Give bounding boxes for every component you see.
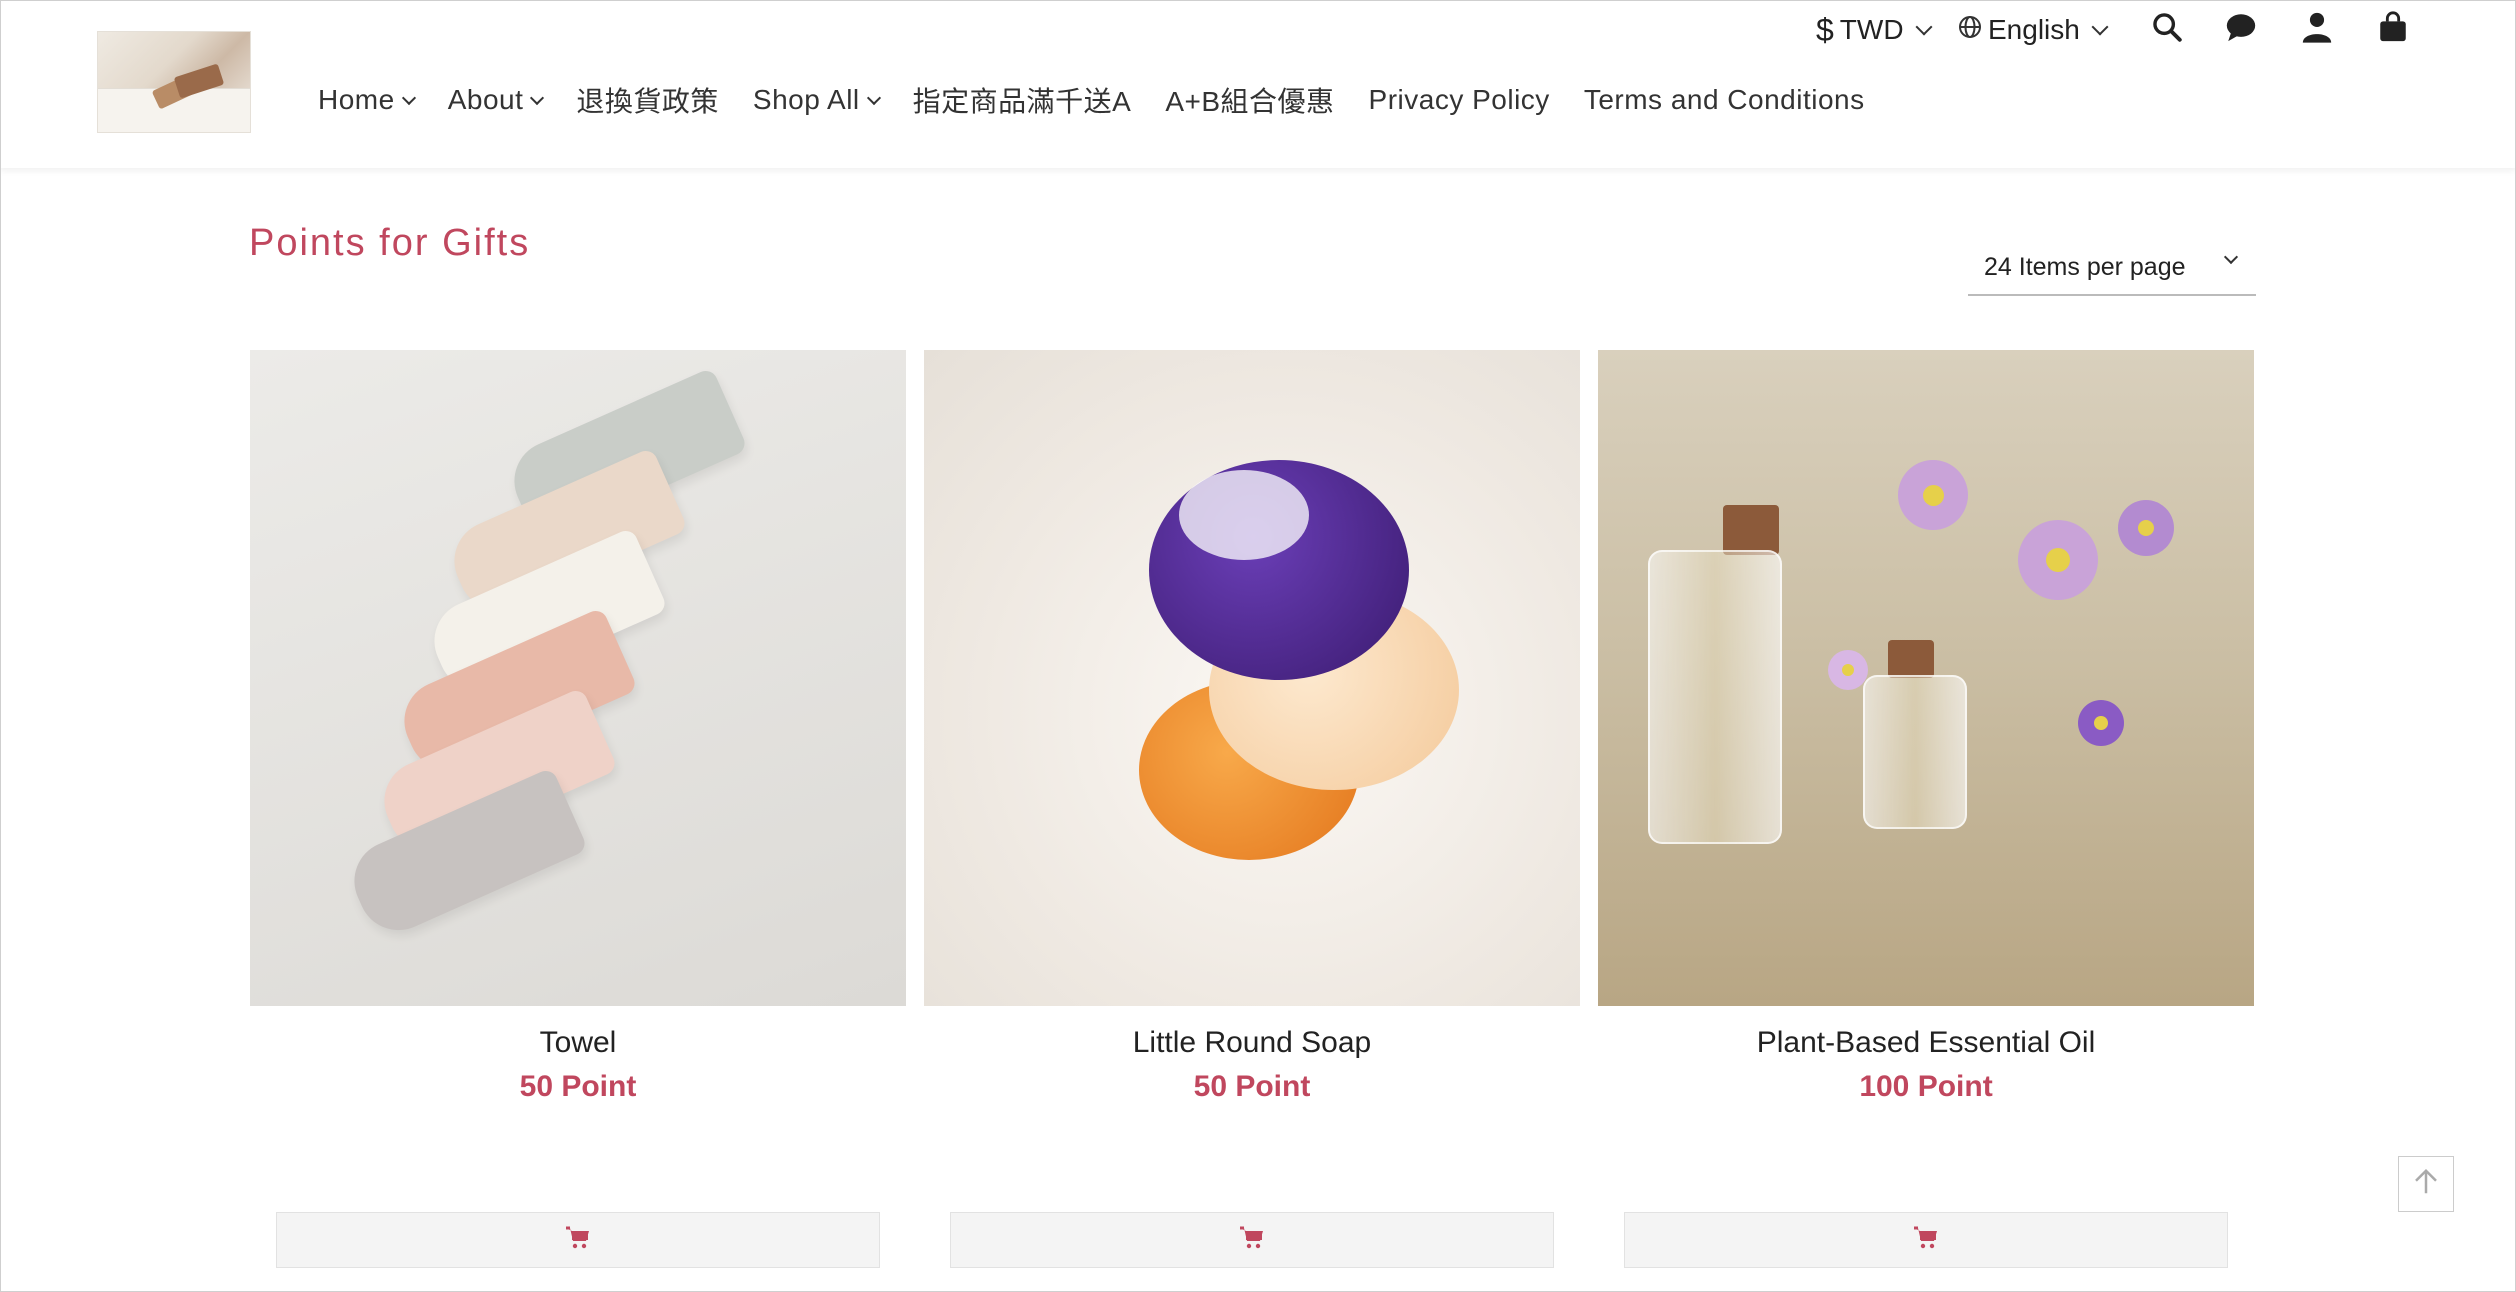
- nav-item-privacy-policy[interactable]: Privacy Policy: [1369, 84, 1550, 116]
- site-header: $ TWD English Home About 退換貨政策 Shop All …: [0, 0, 2516, 168]
- language-selector[interactable]: English: [1958, 14, 2109, 46]
- nav-label: Privacy Policy: [1368, 84, 1550, 115]
- chat-icon: [2224, 10, 2258, 51]
- nav-item-return-policy[interactable]: 退換貨政策: [576, 80, 719, 120]
- items-per-page-label: 24 Items per page: [1984, 252, 2186, 281]
- search-button[interactable]: [2150, 10, 2184, 51]
- nav-label: 指定商品滿千送A: [912, 86, 1132, 117]
- product-card[interactable]: Little Round Soap 50 Point: [924, 350, 1580, 1104]
- product-price: 50 Point: [519, 1070, 637, 1103]
- chevron-down-icon: [530, 90, 545, 105]
- arrow-up-icon: [2411, 1167, 2441, 1202]
- add-to-cart-button[interactable]: [950, 1212, 1554, 1268]
- product-name[interactable]: Little Round Soap: [924, 1026, 1580, 1060]
- product-card[interactable]: Plant-Based Essential Oil 100 Point: [1598, 350, 2254, 1104]
- nav-label: About: [447, 84, 524, 115]
- product-name[interactable]: Plant-Based Essential Oil: [1598, 1026, 2254, 1060]
- product-card[interactable]: Towel 50 Point: [250, 350, 906, 1104]
- page-title: Points for Gifts: [249, 222, 531, 264]
- dollar-icon: $: [1816, 11, 1834, 48]
- cart-icon: [565, 1226, 591, 1255]
- chat-button[interactable]: [2224, 10, 2258, 51]
- add-to-cart-button[interactable]: [1624, 1212, 2228, 1268]
- nav-item-shop-all[interactable]: Shop All: [752, 84, 881, 116]
- store-logo[interactable]: [97, 31, 251, 133]
- cart-icon: [1913, 1226, 1939, 1255]
- main-nav: Home About 退換貨政策 Shop All 指定商品滿千送A A+B組合…: [318, 78, 1899, 122]
- items-per-page-select[interactable]: 24 Items per page: [1968, 240, 2256, 296]
- product-image-soap[interactable]: [924, 350, 1580, 1006]
- nav-item-about[interactable]: About: [447, 84, 545, 116]
- back-to-top-button[interactable]: [2398, 1156, 2454, 1212]
- nav-label: Terms and Conditions: [1583, 84, 1865, 115]
- currency-label: TWD: [1839, 14, 1904, 45]
- cart-button[interactable]: [2376, 10, 2410, 51]
- chevron-down-icon: [866, 90, 881, 105]
- chevron-down-icon: [2223, 249, 2239, 265]
- shopping-bag-icon: [2376, 10, 2410, 51]
- nav-item-bundle-offer[interactable]: A+B組合優惠: [1165, 80, 1334, 120]
- currency-selector[interactable]: $ TWD: [1816, 11, 1933, 49]
- nav-label: Home: [318, 84, 395, 115]
- user-icon: [2300, 10, 2334, 51]
- account-button[interactable]: [2300, 10, 2334, 51]
- nav-item-promo-gift[interactable]: 指定商品滿千送A: [913, 80, 1132, 120]
- product-image-towel[interactable]: [250, 350, 906, 1006]
- add-to-cart-button[interactable]: [276, 1212, 880, 1268]
- product-price: 50 Point: [1193, 1070, 1311, 1103]
- language-label: English: [1988, 14, 2080, 45]
- chevron-down-icon: [2091, 18, 2109, 36]
- nav-item-terms[interactable]: Terms and Conditions: [1584, 84, 1865, 116]
- nav-label: A+B組合優惠: [1165, 86, 1335, 117]
- nav-item-home[interactable]: Home: [318, 84, 416, 116]
- nav-label: 退換貨政策: [576, 86, 719, 117]
- chevron-down-icon: [1915, 18, 1933, 36]
- cart-icon: [1239, 1226, 1265, 1255]
- nav-label: Shop All: [752, 84, 860, 115]
- product-name[interactable]: Towel: [250, 1026, 906, 1060]
- product-price: 100 Point: [1859, 1070, 1993, 1103]
- chevron-down-icon: [401, 90, 416, 105]
- product-image-essential-oil[interactable]: [1598, 350, 2254, 1006]
- search-icon: [2150, 10, 2184, 51]
- globe-icon: [1958, 14, 1982, 46]
